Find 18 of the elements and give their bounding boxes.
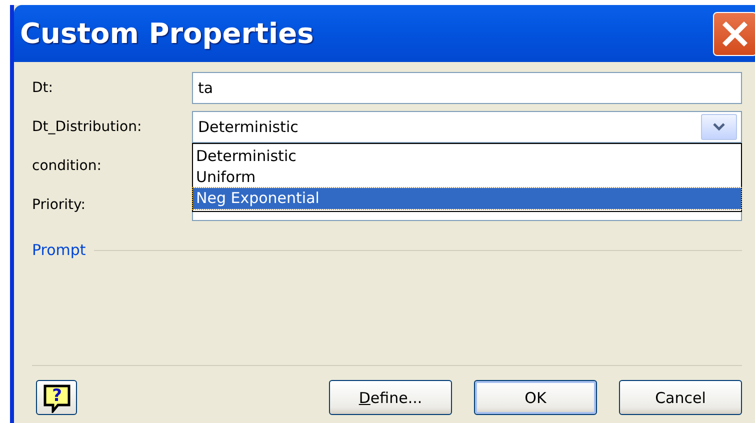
field-label: Priority: [32, 197, 87, 213]
dialog-button[interactable]: Cancel [619, 380, 742, 415]
dialog-button[interactable]: Define... [329, 380, 452, 415]
section-heading: Prompt [32, 241, 86, 259]
dialog-button[interactable]: OK [474, 380, 597, 415]
window-title: Custom Properties [20, 17, 315, 50]
dropdown-option[interactable]: Uniform [193, 167, 741, 188]
help-icon: ? [42, 382, 72, 412]
dropdown-option[interactable]: Deterministic [193, 146, 741, 167]
help-button[interactable]: ? [36, 380, 77, 415]
close-icon [720, 18, 750, 48]
close-button[interactable] [713, 12, 755, 56]
field-label: Dt_Distribution: [32, 119, 143, 135]
dropdown-field[interactable]: Deterministic [192, 111, 742, 143]
field-label: condition: [32, 158, 102, 174]
field-label: Dt: [32, 80, 54, 96]
text-field[interactable]: ta [192, 72, 742, 104]
dropdown-option[interactable]: Neg Exponential [193, 188, 741, 209]
